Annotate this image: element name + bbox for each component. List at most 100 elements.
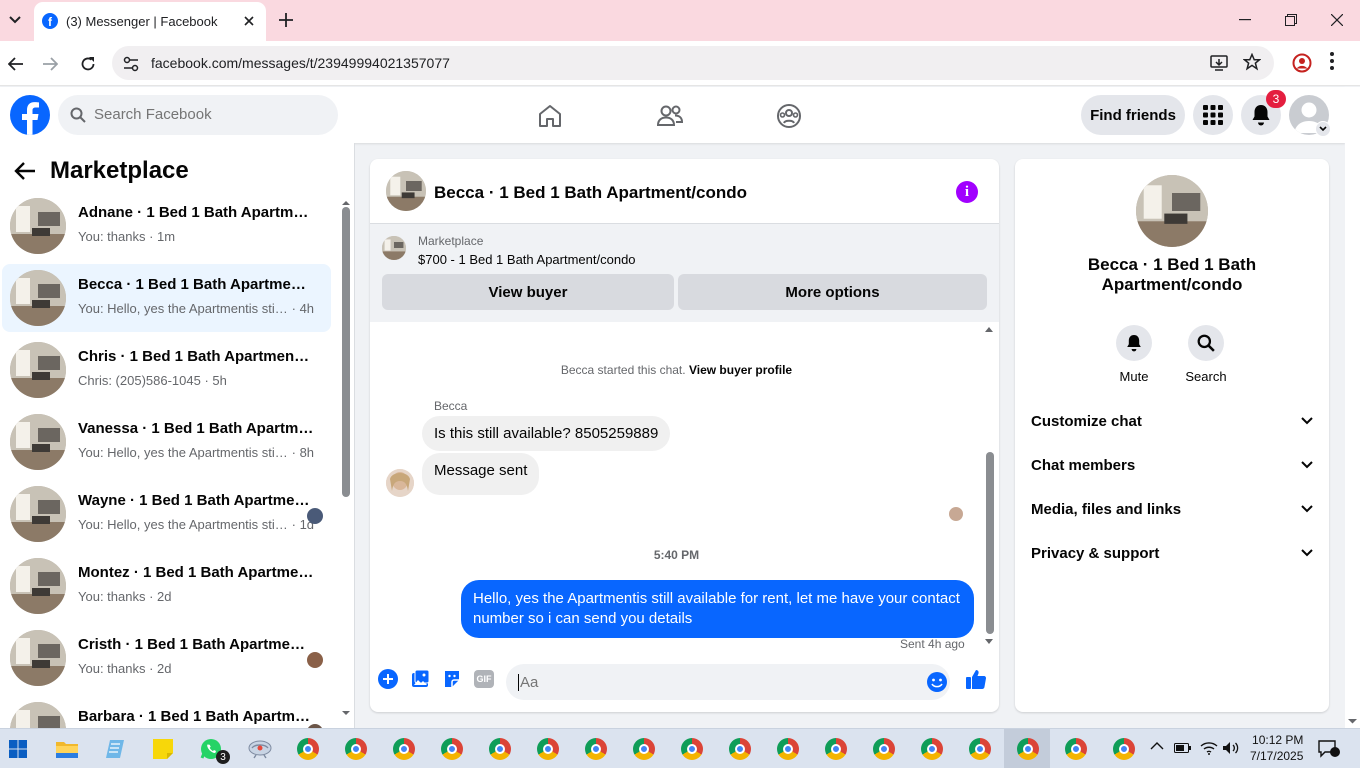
search-input[interactable] xyxy=(94,106,324,123)
new-tab-plus-icon[interactable] xyxy=(276,10,296,30)
facebook-search-box[interactable] xyxy=(58,95,338,135)
chrome-taskbar-icon[interactable] xyxy=(1109,734,1139,764)
chrome-logo-icon xyxy=(1113,738,1135,760)
listing-thumbnail[interactable] xyxy=(1136,175,1208,247)
account-chevron-down-icon[interactable] xyxy=(1315,121,1331,137)
install-app-icon[interactable] xyxy=(1210,54,1228,72)
scroll-down-arrow-icon[interactable] xyxy=(984,638,994,645)
restore-icon[interactable] xyxy=(1277,8,1305,32)
chrome-taskbar-icon[interactable] xyxy=(533,734,563,764)
conversation-title: Chris · 1 Bed 1 Bath Apartment/condo xyxy=(78,348,314,365)
notification-center-icon[interactable] xyxy=(1318,739,1340,759)
conversation-item[interactable]: Wayne · 1 Bed 1 Bath Apartment/condo You:… xyxy=(2,480,331,548)
browser-menu-icon[interactable] xyxy=(1330,52,1334,70)
listing-thumbnail xyxy=(10,630,66,686)
listing-thumbnail[interactable] xyxy=(382,236,406,260)
wifi-icon[interactable] xyxy=(1200,741,1218,755)
like-thumbs-up-icon[interactable] xyxy=(965,668,987,690)
file-explorer-icon[interactable] xyxy=(52,734,82,764)
browser-profile-icon[interactable] xyxy=(1292,53,1312,73)
back-arrow-icon[interactable] xyxy=(14,161,36,181)
outgoing-message[interactable]: Hello, yes the Apartmentis still availab… xyxy=(461,580,974,638)
chrome-taskbar-icon[interactable] xyxy=(341,734,371,764)
chrome-taskbar-icon[interactable] xyxy=(725,734,755,764)
chrome-taskbar-icon[interactable] xyxy=(293,734,323,764)
conversation-item[interactable]: Barbara · 1 Bed 1 Bath Apartment/condo xyxy=(2,696,331,728)
volume-icon[interactable] xyxy=(1222,741,1240,755)
reload-icon[interactable] xyxy=(77,53,99,75)
tab-search-chevron-icon[interactable] xyxy=(4,9,26,31)
sticker-icon[interactable] xyxy=(441,668,463,690)
emoji-icon[interactable] xyxy=(926,671,948,693)
menu-grid-icon[interactable] xyxy=(1193,95,1233,135)
sender-avatar[interactable] xyxy=(386,469,414,497)
incoming-message[interactable]: Message sent xyxy=(422,453,540,495)
chrome-taskbar-icon[interactable] xyxy=(965,734,995,764)
page-scrollbar[interactable] xyxy=(1345,87,1360,728)
minimize-icon[interactable] xyxy=(1231,8,1259,32)
scrollbar-thumb[interactable] xyxy=(986,452,994,634)
chrome-taskbar-icon[interactable] xyxy=(821,734,851,764)
chrome-taskbar-icon[interactable] xyxy=(1013,734,1043,764)
conversation-item[interactable]: Adnane · 1 Bed 1 Bath Apartment/condo You… xyxy=(2,192,331,260)
more-options-button[interactable]: More options xyxy=(678,274,987,310)
address-bar[interactable]: facebook.com/messages/t/2394999402135707… xyxy=(112,46,1274,80)
message-input-box[interactable] xyxy=(506,664,950,700)
conversation-item[interactable]: Cristh · 1 Bed 1 Bath Apartment/condo You… xyxy=(2,624,331,692)
system-clock[interactable]: 10:12 PM 7/17/2025 xyxy=(1250,732,1303,764)
search-button[interactable]: Search xyxy=(1176,325,1236,384)
conversation-item[interactable]: Montez · 1 Bed 1 Bath Apartment/condo You… xyxy=(2,552,331,620)
info-section-row[interactable]: Privacy & support xyxy=(1031,533,1313,573)
whatsapp-icon[interactable]: 3 xyxy=(196,734,230,764)
shell-app-icon[interactable] xyxy=(245,734,275,764)
show-hidden-icons-chevron-icon[interactable] xyxy=(1150,741,1164,751)
find-friends-button[interactable]: Find friends xyxy=(1081,95,1185,135)
chrome-taskbar-icon[interactable] xyxy=(917,734,947,764)
battery-icon[interactable] xyxy=(1174,741,1192,755)
close-window-icon[interactable] xyxy=(1323,8,1351,32)
info-section-row[interactable]: Media, files and links xyxy=(1031,489,1313,529)
groups-icon[interactable] xyxy=(774,101,804,131)
chrome-taskbar-icon[interactable] xyxy=(1061,734,1091,764)
friends-icon[interactable] xyxy=(655,101,685,131)
chrome-taskbar-icon[interactable] xyxy=(629,734,659,764)
info-icon[interactable]: i xyxy=(956,181,978,203)
listing-thumbnail[interactable] xyxy=(386,171,426,211)
chrome-taskbar-icon[interactable] xyxy=(869,734,899,764)
chrome-taskbar-icon[interactable] xyxy=(485,734,515,764)
chrome-taskbar-icon[interactable] xyxy=(677,734,707,764)
view-buyer-profile-link[interactable]: View buyer profile xyxy=(689,363,792,377)
home-icon[interactable] xyxy=(535,101,565,131)
chrome-taskbar-icon[interactable] xyxy=(389,734,419,764)
chrome-taskbar-icon[interactable] xyxy=(437,734,467,764)
url-text[interactable]: facebook.com/messages/t/2394999402135707… xyxy=(151,55,450,71)
windows-start-icon[interactable] xyxy=(3,734,33,764)
scroll-up-arrow-icon[interactable] xyxy=(984,326,994,333)
mute-button[interactable]: Mute xyxy=(1104,325,1164,384)
message-input[interactable] xyxy=(518,674,908,691)
incoming-message[interactable]: Is this still available? 8505259889 xyxy=(422,416,671,451)
conversation-item[interactable]: Vanessa · 1 Bed 1 Bath Apartment/condo Yo… xyxy=(2,408,331,476)
browser-tab[interactable]: f (3) Messenger | Facebook xyxy=(34,2,266,41)
bookmark-star-icon[interactable] xyxy=(1243,53,1261,71)
gif-icon[interactable]: GIF xyxy=(473,668,495,690)
view-buyer-button[interactable]: View buyer xyxy=(382,274,674,310)
conversation-item[interactable]: Chris · 1 Bed 1 Bath Apartment/condo Chri… xyxy=(2,336,331,404)
site-info-icon[interactable] xyxy=(122,55,140,73)
conversation-item[interactable]: Becca · 1 Bed 1 Bath Apartment/condo You:… xyxy=(2,264,331,332)
scrollbar-thumb[interactable] xyxy=(342,207,350,497)
chrome-taskbar-icon[interactable] xyxy=(581,734,611,764)
back-icon[interactable] xyxy=(5,53,27,75)
info-section-row[interactable]: Chat members xyxy=(1031,445,1313,485)
close-tab-icon[interactable] xyxy=(240,12,258,30)
chat-title[interactable]: Becca · 1 Bed 1 Bath Apartment/condo xyxy=(434,183,747,203)
info-section-row[interactable]: Customize chat xyxy=(1031,401,1313,441)
facebook-logo-icon[interactable] xyxy=(10,95,50,135)
chrome-taskbar-icon[interactable] xyxy=(773,734,803,764)
notepad-icon[interactable] xyxy=(100,734,130,764)
photo-icon[interactable] xyxy=(409,668,431,690)
forward-icon[interactable] xyxy=(39,53,61,75)
listing-price[interactable]: $700 - 1 Bed 1 Bath Apartment/condo xyxy=(418,252,636,267)
plus-circle-icon[interactable] xyxy=(377,668,399,690)
sticky-notes-icon[interactable] xyxy=(148,734,178,764)
